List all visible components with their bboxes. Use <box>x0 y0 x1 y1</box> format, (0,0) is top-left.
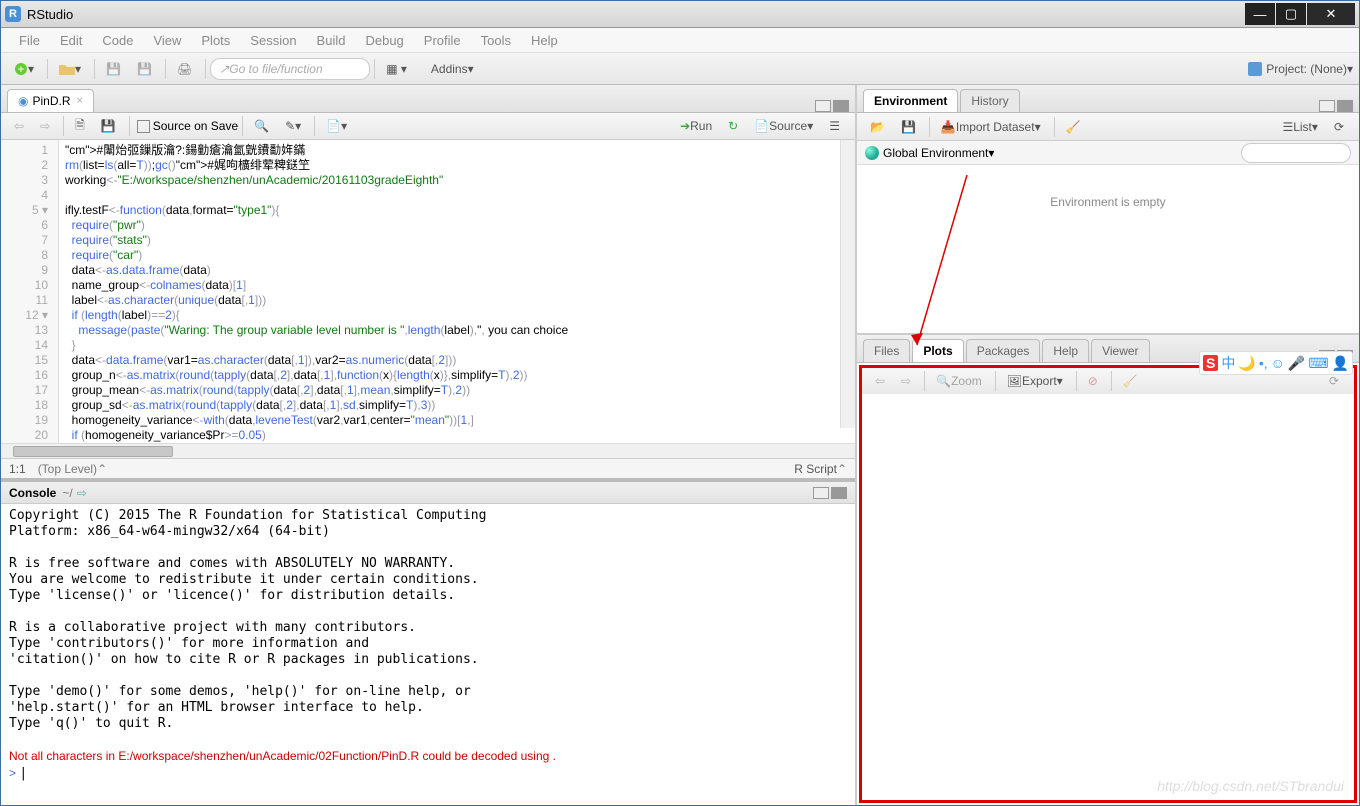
source-tabs: ◉PinD.R× <box>1 85 855 113</box>
forward-button[interactable]: ⇨ <box>33 115 57 137</box>
watermark: http://blog.csdn.net/STbrandui <box>1157 778 1344 794</box>
print-button[interactable]: 🖨 <box>170 58 199 80</box>
plot-prev-button[interactable]: ⇦ <box>868 370 892 392</box>
env-empty-label: Environment is empty <box>1050 195 1165 209</box>
env-min-icon[interactable] <box>1319 100 1335 112</box>
pane-max-icon[interactable] <box>833 100 849 112</box>
console-header: Console ~/ ⇨ <box>1 480 855 504</box>
console-output[interactable]: Copyright (C) 2015 The R Foundation for … <box>1 504 855 805</box>
cursor-position: 1:1 <box>9 462 26 476</box>
clear-all-button[interactable]: 🧹 <box>1116 370 1145 392</box>
source-toolbar: ⇦ ⇨ 🗎 💾 Source on Save 🔍 ✎▾ 📄▾ ➔ Run ↻ 📄… <box>1 113 855 140</box>
report-button[interactable]: 📄▾ <box>319 115 354 137</box>
rerun-button[interactable]: ↻ <box>721 115 745 137</box>
tab-plots[interactable]: Plots <box>912 339 963 362</box>
find-button[interactable]: 🔍 <box>247 115 276 137</box>
save-button[interactable]: 💾 <box>99 58 128 80</box>
goto-file-input[interactable]: ↗ Go to file/function <box>210 58 370 80</box>
menu-session[interactable]: Session <box>240 29 306 52</box>
addins-button[interactable]: Addins ▾ <box>424 58 481 80</box>
menu-tools[interactable]: Tools <box>471 29 521 52</box>
horizontal-scrollbar[interactable] <box>1 443 855 458</box>
export-button[interactable]: 🖼 Export ▾ <box>1000 370 1070 392</box>
globe-icon <box>865 146 879 160</box>
file-type-label[interactable]: R Script <box>794 462 837 476</box>
menu-file[interactable]: File <box>9 29 50 52</box>
menu-plots[interactable]: Plots <box>191 29 240 52</box>
env-toolbar: 📂 💾 📥 Import Dataset ▾ 🧹 ☰ List ▾ ⟳ <box>857 113 1359 141</box>
save-all-button[interactable]: 💾 <box>130 58 159 80</box>
env-search-input[interactable] <box>1241 143 1351 163</box>
project-menu[interactable]: Project: (None) ▾ <box>1248 62 1353 76</box>
main-toolbar: +▾ ▾ 💾 💾 🖨 ↗ Go to file/function ▦ ▾ Add… <box>1 53 1359 85</box>
minimize-button[interactable]: — <box>1245 3 1275 25</box>
list-view-button[interactable]: ☰ List ▾ <box>1275 116 1324 138</box>
clear-workspace-button[interactable]: 🧹 <box>1059 116 1088 138</box>
vertical-scrollbar[interactable] <box>840 140 855 428</box>
env-tabs: Environment History <box>857 85 1359 113</box>
zoom-button[interactable]: 🔍 Zoom <box>929 370 989 392</box>
tab-environment[interactable]: Environment <box>863 89 958 112</box>
console-path: ~/ <box>62 486 72 500</box>
env-max-icon[interactable] <box>1337 100 1353 112</box>
show-in-window-button[interactable]: 🗎 <box>68 115 92 137</box>
console-title: Console <box>9 486 56 500</box>
source-tab-active[interactable]: ◉PinD.R× <box>7 89 94 112</box>
maximize-button[interactable]: ▢ <box>1276 3 1306 25</box>
console-path-icon[interactable]: ⇨ <box>77 486 87 500</box>
console-max-icon[interactable] <box>831 487 847 499</box>
menu-view[interactable]: View <box>143 29 191 52</box>
remove-plot-button[interactable]: ⊘ <box>1081 370 1105 392</box>
source-button[interactable]: 📄 Source ▾ <box>747 115 820 137</box>
save-workspace-button[interactable]: 💾 <box>894 116 923 138</box>
tab-help[interactable]: Help <box>1042 339 1089 362</box>
grid-button[interactable]: ▦ ▾ <box>379 58 414 80</box>
plot-next-button[interactable]: ⇨ <box>894 370 918 392</box>
wand-button[interactable]: ✎▾ <box>278 115 308 137</box>
app-icon: R <box>5 6 21 22</box>
run-button[interactable]: ➔ Run <box>673 115 719 137</box>
menu-code[interactable]: Code <box>92 29 143 52</box>
annotation-arrow <box>907 175 987 355</box>
back-button[interactable]: ⇦ <box>7 115 31 137</box>
close-tab-icon[interactable]: × <box>77 95 83 107</box>
tab-viewer[interactable]: Viewer <box>1091 339 1149 362</box>
close-button[interactable]: ✕ <box>1307 3 1355 25</box>
source-on-save-checkbox[interactable] <box>137 120 150 133</box>
menu-edit[interactable]: Edit <box>50 29 92 52</box>
svg-text:+: + <box>17 62 24 76</box>
open-file-button[interactable]: ▾ <box>52 58 88 80</box>
title-bar: R RStudio — ▢ ✕ <box>1 1 1359 28</box>
menu-profile[interactable]: Profile <box>414 29 471 52</box>
import-dataset-button[interactable]: 📥 Import Dataset ▾ <box>934 116 1048 138</box>
save-source-button[interactable]: 💾 <box>94 115 123 137</box>
menu-help[interactable]: Help <box>521 29 568 52</box>
outline-button[interactable]: ☰ <box>822 115 847 137</box>
scope-label[interactable]: (Top Level) <box>38 462 97 476</box>
ime-s-icon[interactable]: S <box>1203 355 1218 371</box>
console-min-icon[interactable] <box>813 487 829 499</box>
menu-build[interactable]: Build <box>307 29 356 52</box>
ime-toolbar[interactable]: S 中 🌙 •, ☺ 🎤 ⌨ 👤 <box>1199 351 1353 375</box>
tab-packages[interactable]: Packages <box>966 339 1041 362</box>
source-on-save-label: Source on Save <box>153 119 238 133</box>
pane-min-icon[interactable] <box>815 100 831 112</box>
new-file-button[interactable]: +▾ <box>7 58 41 80</box>
load-workspace-button[interactable]: 📂 <box>863 116 892 138</box>
env-scope-bar: Global Environment ▾ <box>857 141 1359 165</box>
window-title: RStudio <box>27 7 73 22</box>
plots-body: ⇦ ⇨ 🔍 Zoom 🖼 Export ▾ ⊘ 🧹 ⟳ http://blog.… <box>859 365 1357 803</box>
menu-debug[interactable]: Debug <box>355 29 413 52</box>
source-status-bar: 1:1 (Top Level) ⌃ R Script ⌃ <box>1 458 855 478</box>
env-body: Environment is empty <box>857 165 1359 333</box>
tab-history[interactable]: History <box>960 89 1019 112</box>
code-editor[interactable]: 12345 ▾6789101112 ▾131415161718192021 ▾2… <box>1 140 855 443</box>
env-scope-selector[interactable]: Global Environment <box>883 146 988 160</box>
refresh-env-button[interactable]: ⟳ <box>1327 116 1351 138</box>
tab-files[interactable]: Files <box>863 339 910 362</box>
menu-bar: File Edit Code View Plots Session Build … <box>1 28 1359 53</box>
